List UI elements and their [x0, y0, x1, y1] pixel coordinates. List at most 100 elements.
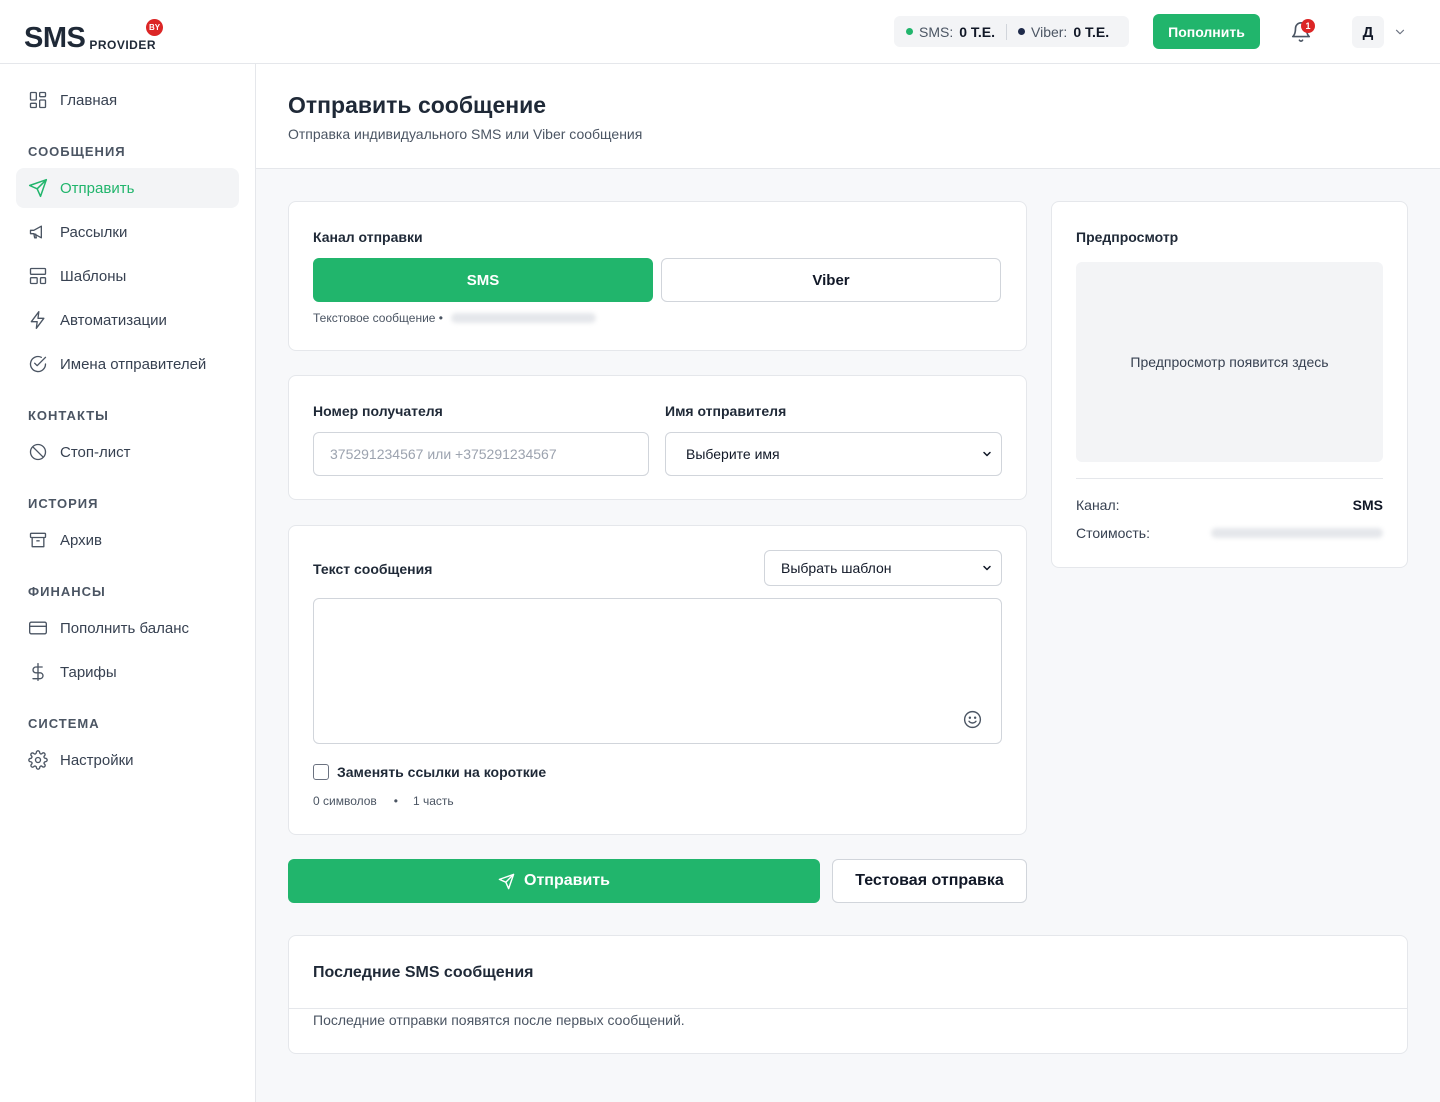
sidebar-item-senders[interactable]: Имена отправителей: [16, 344, 239, 384]
channel-note-text: Текстовое сообщение •: [313, 311, 443, 325]
archive-icon: [29, 532, 47, 548]
ban-icon: [29, 443, 47, 461]
sidebar-item-automations[interactable]: Автоматизации: [16, 300, 239, 340]
page-subtitle: Отправка индивидуального SMS или Viber с…: [288, 126, 643, 142]
divider: [1006, 23, 1007, 40]
gear-icon: [28, 750, 48, 770]
channel-viber-button[interactable]: Viber: [661, 258, 1001, 302]
preview-card: Предпросмотр Предпросмотр появится здесь…: [1051, 201, 1408, 568]
viber-balance-label: Viber:: [1031, 23, 1068, 40]
divider: [289, 1008, 1407, 1009]
sidebar-item-label: Рассылки: [60, 223, 128, 241]
viber-balance-value: 0 Т.Е.: [1073, 23, 1110, 40]
blurred-info: [1211, 528, 1383, 538]
preview-channel-label: Канал:: [1076, 497, 1120, 513]
sidebar-item-send[interactable]: Отправить: [16, 168, 239, 208]
shorten-links-checkbox[interactable]: [313, 764, 329, 780]
sidebar-item-label: Стоп-лист: [60, 443, 131, 461]
logo-badge: BY: [146, 19, 163, 36]
viber-dot-icon: [1018, 28, 1025, 35]
template-select-value: Выбрать шаблон: [781, 560, 892, 576]
sidebar-item-home[interactable]: Главная: [16, 80, 239, 120]
sidebar-item-mailings[interactable]: Рассылки: [16, 212, 239, 252]
part-count: 1 часть: [413, 794, 454, 808]
sender-label: Имя отправителя: [665, 403, 787, 419]
emoji-icon[interactable]: [962, 709, 983, 730]
message-counter: 0 символов • 1 часть: [313, 794, 454, 808]
sidebar-item-label: Отправить: [60, 179, 135, 197]
send-icon: [28, 178, 48, 198]
sidebar-item-label: Тарифы: [60, 663, 117, 681]
template-select[interactable]: Выбрать шаблон: [764, 550, 1002, 586]
sidebar-item-label: Имена отправителей: [60, 355, 207, 373]
sidebar-item-label: Главная: [60, 91, 118, 109]
chevron-down-icon[interactable]: [1393, 25, 1407, 39]
credit-card-icon: [29, 621, 47, 635]
send-icon: [498, 873, 515, 889]
preview-cost-label: Стоимость:: [1076, 525, 1150, 541]
sms-balance: SMS: 0 Т.Е.: [906, 24, 995, 40]
grid-icon: [29, 91, 47, 109]
message-card: Текст сообщения Выбрать шаблон Заменять …: [288, 525, 1027, 835]
sms-dot-icon: [906, 28, 913, 35]
sidebar-item-settings[interactable]: Настройки: [16, 740, 239, 780]
sms-balance-label: SMS:: [919, 23, 954, 40]
sidebar-item-label: Автоматизации: [60, 311, 167, 329]
blurred-info: [450, 313, 596, 323]
recent-card: Последние SMS сообщения Последние отправ…: [288, 935, 1408, 1054]
page-header: Отправить сообщение Отправка индивидуаль…: [256, 64, 1440, 169]
dollar-icon: [32, 663, 44, 681]
sidebar-item-label: Настройки: [60, 751, 134, 769]
chevron-down-icon: [983, 451, 991, 457]
logo[interactable]: SMS PROVIDER BY: [24, 18, 163, 54]
preview-placeholder: Предпросмотр появится здесь: [1130, 354, 1329, 370]
channel-sms-button[interactable]: SMS: [313, 258, 653, 302]
message-textarea[interactable]: [313, 598, 1002, 744]
preview-title: Предпросмотр: [1076, 229, 1179, 245]
shorten-links-label[interactable]: Заменять ссылки на короткие: [337, 764, 546, 780]
section-system: СИСТЕМА: [28, 716, 100, 731]
counter-separator: •: [393, 794, 398, 808]
message-label: Текст сообщения: [313, 561, 433, 577]
page-title: Отправить сообщение: [288, 92, 547, 118]
recipient-placeholder: 375291234567 или +375291234567: [330, 446, 557, 462]
channel-card: Канал отправки SMS Viber Текстовое сообщ…: [288, 201, 1027, 351]
char-count: 0 символов: [313, 794, 377, 808]
recent-empty: Последние отправки появятся после первых…: [313, 1012, 685, 1028]
check-circle-icon: [29, 355, 47, 373]
channel-label: Канал отправки: [313, 229, 423, 245]
topup-button[interactable]: Пополнить: [1153, 14, 1260, 49]
sender-select[interactable]: Выберите имя: [665, 432, 1002, 476]
preview-cost-row: Стоимость:: [1076, 525, 1383, 541]
notification-badge: 1: [1301, 19, 1315, 33]
sidebar-item-templates[interactable]: Шаблоны: [16, 256, 239, 296]
recipient-input[interactable]: 375291234567 или +375291234567: [313, 432, 649, 476]
recent-title: Последние SMS сообщения: [313, 964, 534, 981]
send-button-label: Отправить: [524, 872, 610, 889]
template-icon: [29, 267, 47, 285]
section-messages: СООБЩЕНИЯ: [28, 144, 126, 159]
sidebar-item-label: Шаблоны: [60, 267, 127, 285]
section-contacts: КОНТАКТЫ: [28, 408, 109, 423]
section-history: ИСТОРИЯ: [28, 496, 99, 511]
sidebar-item-topup[interactable]: Пополнить баланс: [16, 608, 239, 648]
channel-note: Текстовое сообщение •: [313, 311, 596, 325]
sidebar-item-label: Архив: [60, 531, 103, 549]
test-send-button[interactable]: Тестовая отправка: [832, 859, 1027, 903]
lightning-icon: [30, 311, 45, 329]
logo-sub: PROVIDER: [89, 38, 157, 52]
recipient-label: Номер получателя: [313, 403, 443, 419]
send-button[interactable]: Отправить: [288, 859, 820, 903]
sms-balance-value: 0 Т.Е.: [959, 23, 995, 40]
logo-main: SMS: [24, 22, 86, 54]
sidebar-item-stoplist[interactable]: Стоп-лист: [16, 432, 239, 472]
sidebar-item-tariffs[interactable]: Тарифы: [16, 652, 239, 692]
preview-channel-row: Канал: SMS: [1076, 497, 1383, 513]
avatar[interactable]: Д: [1352, 16, 1384, 48]
megaphone-icon: [29, 225, 42, 239]
preview-channel-value: SMS: [1352, 497, 1383, 513]
sender-select-value: Выберите имя: [686, 446, 780, 462]
sidebar-item-archive[interactable]: Архив: [16, 520, 239, 560]
top-header: SMS PROVIDER BY SMS: 0 Т.Е. Viber: 0 Т.Е…: [0, 0, 1440, 64]
divider: [1076, 478, 1383, 479]
